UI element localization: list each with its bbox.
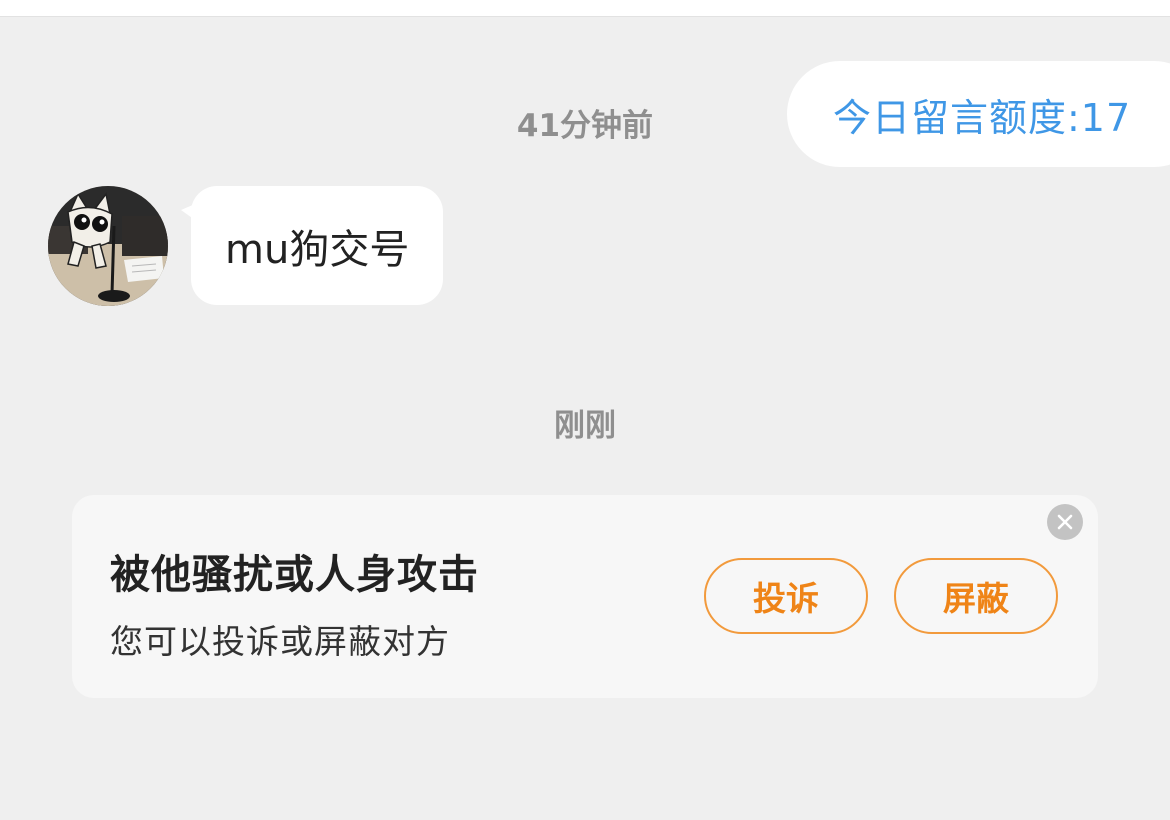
message-timestamp: 刚刚: [554, 408, 616, 444]
card-subtitle: 您可以投诉或屏蔽对方: [110, 622, 450, 661]
close-icon: [1057, 514, 1073, 530]
report-button[interactable]: 投诉: [704, 558, 868, 634]
message-bubble[interactable]: mu狗交号: [191, 186, 444, 305]
message-timestamp: 41分钟前: [516, 108, 654, 144]
close-card-button[interactable]: [1047, 504, 1083, 540]
message-text: mu狗交号: [225, 226, 410, 273]
card-title: 被他骚扰或人身攻击: [110, 552, 479, 598]
top-bar: [0, 0, 1170, 17]
block-button[interactable]: 屏蔽: [894, 558, 1058, 634]
harassment-report-card: 被他骚扰或人身攻击 您可以投诉或屏蔽对方 投诉 屏蔽: [72, 495, 1098, 698]
cat-avatar-icon: [48, 186, 168, 306]
avatar[interactable]: [48, 186, 168, 306]
